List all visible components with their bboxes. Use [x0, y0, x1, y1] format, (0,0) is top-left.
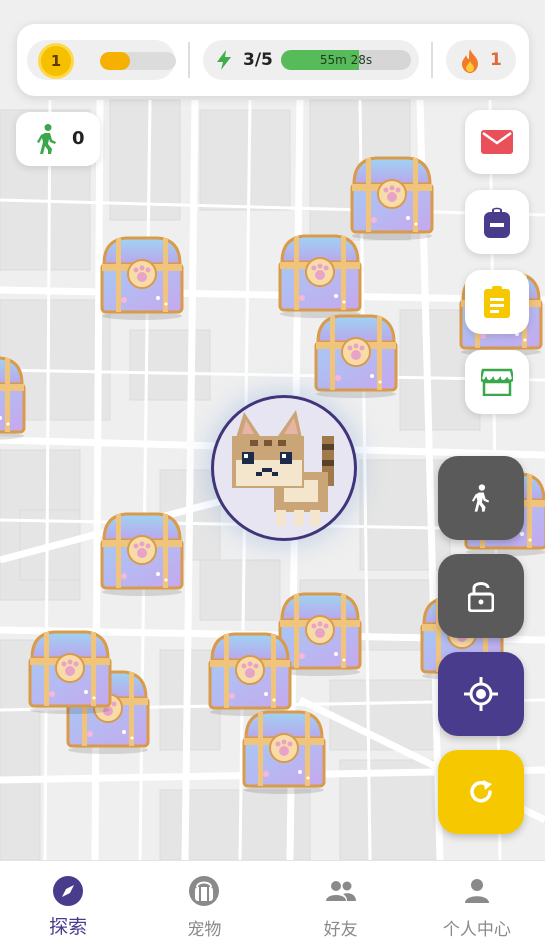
lightning-icon [217, 50, 231, 70]
xp-progress-fill [100, 52, 131, 70]
nav-explore[interactable]: 探索 [0, 861, 136, 944]
energy-timer-text: 55m 28s [319, 53, 373, 67]
walk-mode-button[interactable] [438, 456, 524, 540]
level-coin-icon: 1 [38, 43, 74, 79]
streak-count: 1 [490, 50, 502, 70]
energy-timer-bar: 55m 28s [281, 50, 411, 70]
nav-profile[interactable]: 个人中心 [409, 861, 545, 944]
walking-person-icon [37, 124, 56, 154]
friends-icon [325, 881, 356, 901]
unlock-icon [468, 582, 494, 612]
nav-label: 个人中心 [442, 920, 511, 940]
streak-indicator[interactable]: 1 [446, 40, 516, 80]
level-value: 1 [50, 52, 62, 70]
fire-icon [462, 49, 478, 73]
energy-count: 3/5 [243, 50, 273, 70]
treasure-chest-icon[interactable] [96, 230, 188, 320]
clipboard-icon [484, 286, 510, 318]
level-indicator[interactable]: 1 [27, 40, 176, 80]
treasure-chest-icon[interactable] [274, 228, 366, 318]
backpack-button[interactable] [465, 190, 529, 254]
cat-icon [232, 410, 334, 526]
nav-friends[interactable]: 好友 [273, 861, 409, 944]
treasure-chest-icon[interactable] [310, 308, 402, 398]
pixel-cat-avatar[interactable] [211, 395, 357, 541]
treasure-chest-icon[interactable] [238, 704, 330, 794]
compass-icon [53, 876, 84, 906]
refresh-button[interactable] [438, 750, 524, 834]
refresh-icon [470, 780, 492, 803]
treasure-chest-icon[interactable] [0, 350, 30, 440]
bottom-nav: 探索 宠物 好友 个人中心 [0, 860, 545, 944]
store-icon [481, 368, 513, 396]
status-bar: 1 3/5 55m 28s 1 [17, 24, 529, 96]
mail-button[interactable] [465, 110, 529, 174]
treasure-chest-icon[interactable] [204, 626, 296, 716]
lock-button[interactable] [438, 554, 524, 638]
step-counter[interactable]: 0 [16, 112, 100, 166]
treasure-chest-icon[interactable] [96, 506, 188, 596]
person-icon [464, 879, 489, 903]
divider [188, 42, 190, 78]
mail-icon [481, 130, 513, 154]
nav-label: 宠物 [187, 920, 222, 940]
shop-button[interactable] [465, 350, 529, 414]
crosshair-icon [464, 677, 498, 711]
divider [431, 42, 433, 78]
energy-indicator[interactable]: 3/5 55m 28s [203, 40, 419, 80]
locate-button[interactable] [438, 652, 524, 736]
nav-label: 探索 [49, 916, 88, 938]
nav-label: 好友 [323, 920, 358, 940]
xp-progress-bar [100, 52, 176, 70]
backpack-icon [484, 207, 510, 238]
tasks-button[interactable] [465, 270, 529, 334]
step-count: 0 [72, 128, 85, 149]
nav-pets[interactable]: 宠物 [136, 861, 272, 944]
treasure-chest-icon[interactable] [346, 150, 438, 240]
pet-icon [189, 876, 220, 906]
walking-person-icon [471, 484, 490, 512]
treasure-chest-icon[interactable] [24, 624, 116, 714]
